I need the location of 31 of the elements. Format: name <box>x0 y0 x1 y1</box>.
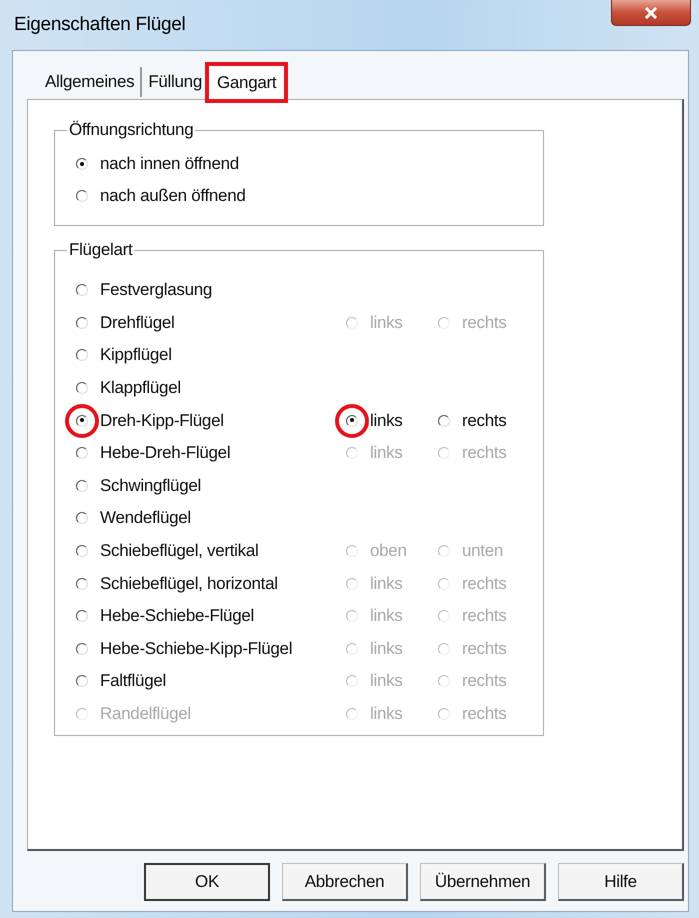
tab[interactable]: Gangart <box>208 65 286 100</box>
tab[interactable]: Füllung <box>142 67 208 97</box>
group-title: Öffnungsrichtung <box>68 120 194 140</box>
group-title: Flügelart <box>68 240 134 260</box>
radio-button[interactable] <box>76 545 88 558</box>
radio-button[interactable] <box>76 382 88 394</box>
radio-button[interactable] <box>76 512 88 524</box>
close-icon <box>644 6 658 18</box>
radio-button[interactable] <box>76 158 88 170</box>
radio-button[interactable] <box>346 414 358 427</box>
radio-button[interactable] <box>76 675 88 688</box>
radio-button[interactable] <box>76 349 88 362</box>
radio-button[interactable] <box>76 447 88 460</box>
tab[interactable]: Allgemeines <box>39 67 142 97</box>
dialog-button[interactable]: OK <box>144 863 270 901</box>
radio-button[interactable] <box>76 190 88 202</box>
radio-button[interactable] <box>76 480 88 492</box>
window-title: Eigenschaften Flügel <box>13 14 186 36</box>
radio-button[interactable] <box>76 578 88 590</box>
radio-button[interactable] <box>76 610 88 622</box>
dialog-button[interactable]: Abbrechen <box>282 863 408 901</box>
radio-button[interactable] <box>76 284 88 296</box>
radio-button[interactable] <box>76 316 88 329</box>
dialog-button[interactable]: Übernehmen <box>420 863 546 901</box>
radio-option[interactable]: nach außen öffnend <box>63 180 543 212</box>
radio-button[interactable] <box>438 414 450 427</box>
radio-button[interactable] <box>76 642 88 655</box>
close-button[interactable] <box>611 0 691 26</box>
radio-option[interactable]: nach innen öffnend <box>63 148 543 180</box>
dialog-button[interactable]: Hilfe <box>558 863 684 901</box>
radio-button[interactable] <box>76 414 88 427</box>
